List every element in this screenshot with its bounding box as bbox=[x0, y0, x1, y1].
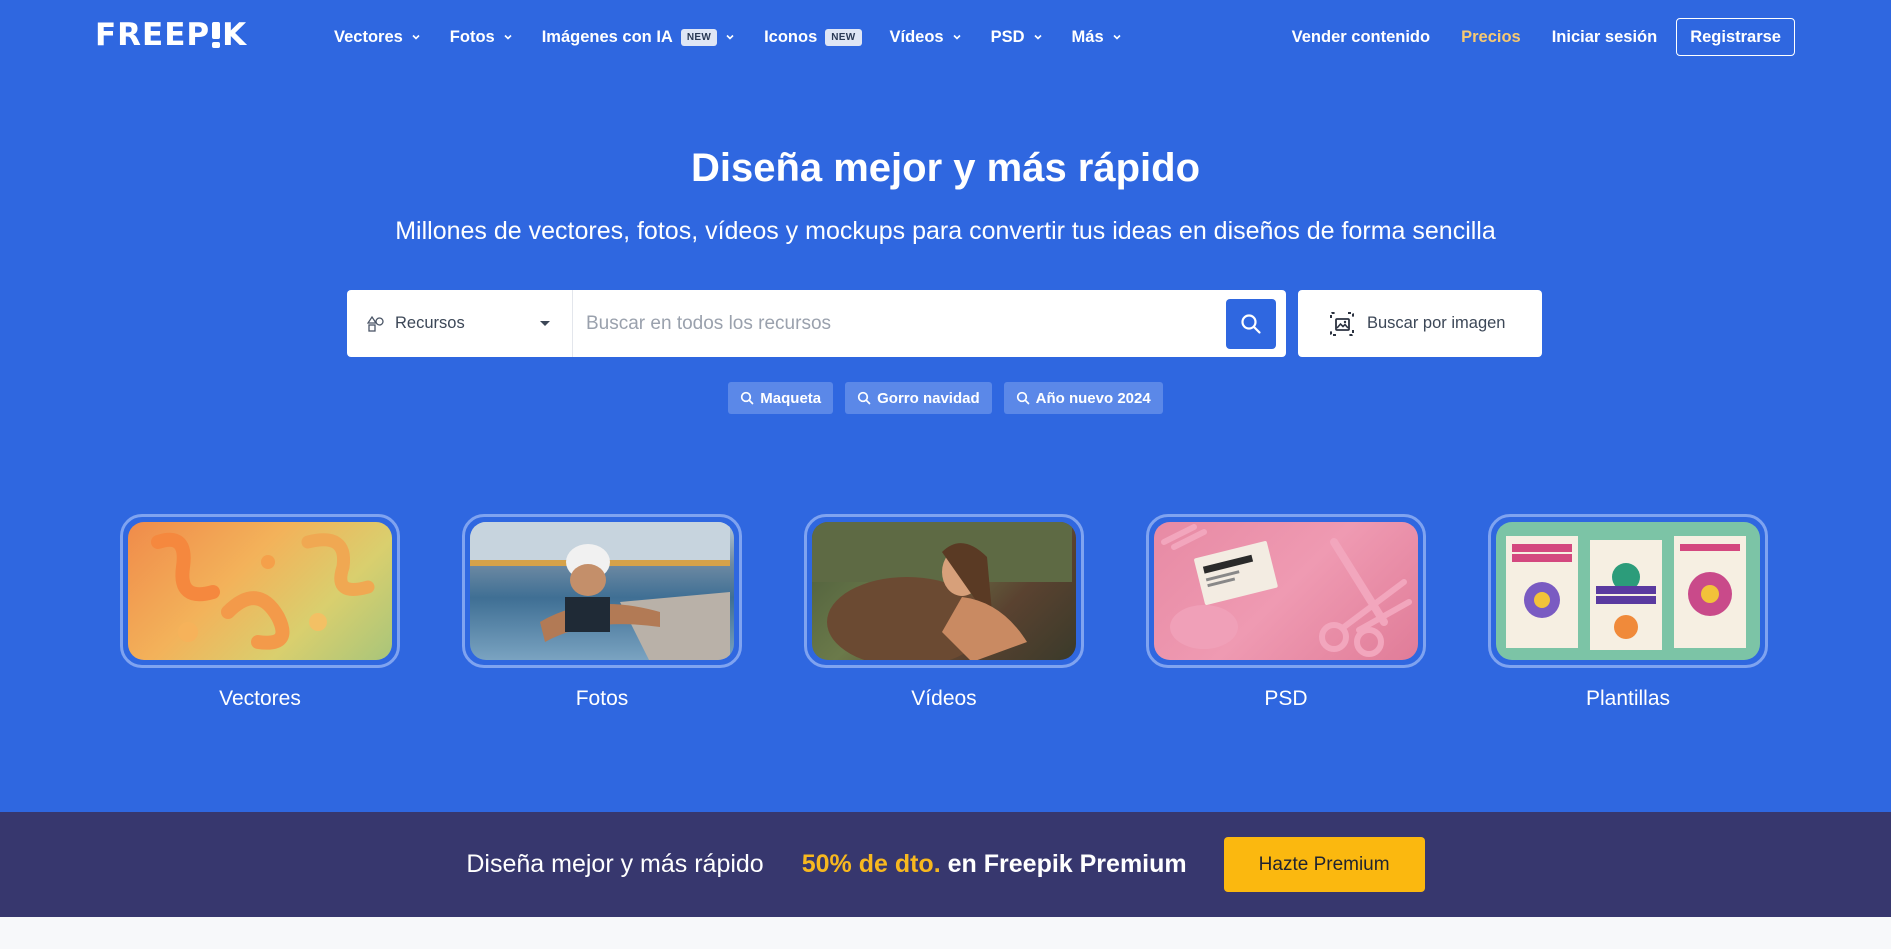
promo-text: Diseña mejor y más rápido bbox=[466, 850, 764, 878]
chevron-down-icon bbox=[726, 34, 734, 40]
search-by-image-label: Buscar por imagen bbox=[1367, 314, 1506, 332]
pricing-link[interactable]: Precios bbox=[1461, 28, 1521, 47]
menu-item-label: Iconos bbox=[764, 27, 818, 46]
tag-label: Año nuevo 2024 bbox=[1035, 389, 1151, 407]
search-icon bbox=[1016, 391, 1030, 405]
shapes-icon bbox=[367, 315, 384, 332]
tag-label: Gorro navidad bbox=[877, 389, 980, 407]
tag-chip[interactable]: Año nuevo 2024 bbox=[1003, 382, 1163, 414]
image-search-icon bbox=[1330, 311, 1354, 336]
tag-chip[interactable]: Gorro navidad bbox=[845, 382, 992, 414]
page-body-start bbox=[0, 917, 1891, 949]
promo-product: en Freepik Premium bbox=[947, 850, 1187, 878]
freepik-logo[interactable]: FREEP K bbox=[95, 17, 248, 53]
category-label: PSD bbox=[1264, 687, 1308, 710]
menu-item-iconos[interactable]: Iconos NEW bbox=[764, 27, 862, 47]
chevron-down-icon bbox=[1033, 34, 1042, 40]
go-premium-button[interactable]: Hazte Premium bbox=[1223, 837, 1425, 892]
category-thumbnail-frame bbox=[804, 514, 1084, 668]
new-badge: NEW bbox=[680, 28, 718, 46]
main-menu: Vectores Fotos Imágenes con IA NEW Icono… bbox=[334, 24, 1151, 50]
search-input[interactable] bbox=[573, 290, 1226, 357]
premium-promo-bar: Diseña mejor y más rápido 50% de dto. en… bbox=[0, 812, 1891, 917]
account-nav: Vender contenido Precios Iniciar sesión … bbox=[1261, 18, 1795, 56]
category-card-fotos[interactable]: Fotos bbox=[462, 514, 742, 711]
search-icon bbox=[857, 391, 871, 405]
menu-item-label: PSD bbox=[990, 27, 1025, 46]
category-card-vectores[interactable]: Vectores bbox=[120, 514, 400, 711]
category-label: Plantillas bbox=[1585, 687, 1671, 710]
vector-thumbnail-image bbox=[128, 522, 392, 660]
search-icon bbox=[741, 391, 754, 405]
photo-thumbnail-image bbox=[470, 522, 734, 660]
search-bar: Recursos bbox=[347, 290, 1286, 357]
top-navbar: FREEP K Vectores Fotos Imágenes con IA NE… bbox=[0, 0, 1891, 74]
menu-item-imagenes-ia[interactable]: Imágenes con IA NEW bbox=[542, 28, 736, 47]
menu-item-label: Vídeos bbox=[889, 27, 944, 46]
logo-text-start: FREEP bbox=[95, 17, 211, 53]
category-thumbnail-frame bbox=[120, 514, 400, 668]
tag-label: Maqueta bbox=[760, 389, 822, 407]
category-thumbnail-frame bbox=[1146, 514, 1426, 668]
search-icon bbox=[1241, 313, 1261, 334]
template-thumbnail-image bbox=[1496, 522, 1760, 660]
menu-item-label: Imágenes con IA bbox=[541, 27, 673, 46]
login-link[interactable]: Iniciar sesión bbox=[1552, 28, 1657, 47]
hero-title: Diseña mejor y más rápido bbox=[690, 146, 1201, 190]
promo-discount: 50% de dto. bbox=[801, 850, 941, 878]
hero-section: FREEP K Vectores Fotos Imágenes con IA NE… bbox=[0, 0, 1891, 812]
category-label: Vídeos bbox=[911, 687, 977, 710]
category-label: Fotos bbox=[575, 687, 629, 710]
menu-item-label: Vectores bbox=[334, 27, 403, 46]
hero-subtitle: Millones de vectores, fotos, vídeos y mo… bbox=[395, 217, 1496, 245]
category-thumbnail-frame bbox=[462, 514, 742, 668]
category-label: Vectores bbox=[219, 687, 301, 710]
video-thumbnail-image bbox=[812, 522, 1076, 660]
resource-type-label: Recursos bbox=[395, 314, 465, 332]
chevron-down-icon bbox=[953, 34, 961, 40]
caret-down-icon bbox=[540, 321, 550, 326]
register-button[interactable]: Registrarse bbox=[1676, 18, 1795, 56]
chevron-down-icon bbox=[412, 34, 420, 40]
category-card-psd[interactable]: PSD bbox=[1146, 514, 1426, 711]
resource-type-dropdown[interactable]: Recursos bbox=[347, 290, 573, 357]
search-by-image-button[interactable]: Buscar por imagen bbox=[1298, 290, 1542, 357]
chevron-down-icon bbox=[504, 34, 512, 40]
psd-thumbnail-image bbox=[1154, 522, 1418, 660]
menu-item-fotos[interactable]: Fotos bbox=[450, 28, 514, 47]
menu-item-vectores[interactable]: Vectores bbox=[334, 28, 422, 47]
chevron-down-icon bbox=[1113, 34, 1121, 40]
menu-item-label: Más bbox=[1071, 27, 1104, 46]
search-button[interactable] bbox=[1226, 298, 1276, 349]
category-thumbnail-frame bbox=[1488, 514, 1768, 668]
menu-item-mas[interactable]: Más bbox=[1072, 28, 1123, 47]
new-badge: NEW bbox=[825, 28, 862, 46]
suggested-tags: Maqueta Gorro navidad Año nuevo 2024 bbox=[0, 382, 1891, 414]
sell-content-link[interactable]: Vender contenido bbox=[1292, 28, 1430, 47]
category-card-plantillas[interactable]: Plantillas bbox=[1488, 514, 1768, 711]
menu-item-psd[interactable]: PSD bbox=[991, 28, 1044, 47]
logo-exclamation-icon bbox=[212, 22, 221, 48]
logo-text-end: K bbox=[222, 17, 248, 53]
tag-chip[interactable]: Maqueta bbox=[728, 382, 834, 414]
menu-item-videos[interactable]: Vídeos bbox=[890, 28, 963, 47]
category-card-videos[interactable]: Vídeos bbox=[804, 514, 1084, 711]
menu-item-label: Fotos bbox=[449, 27, 495, 46]
